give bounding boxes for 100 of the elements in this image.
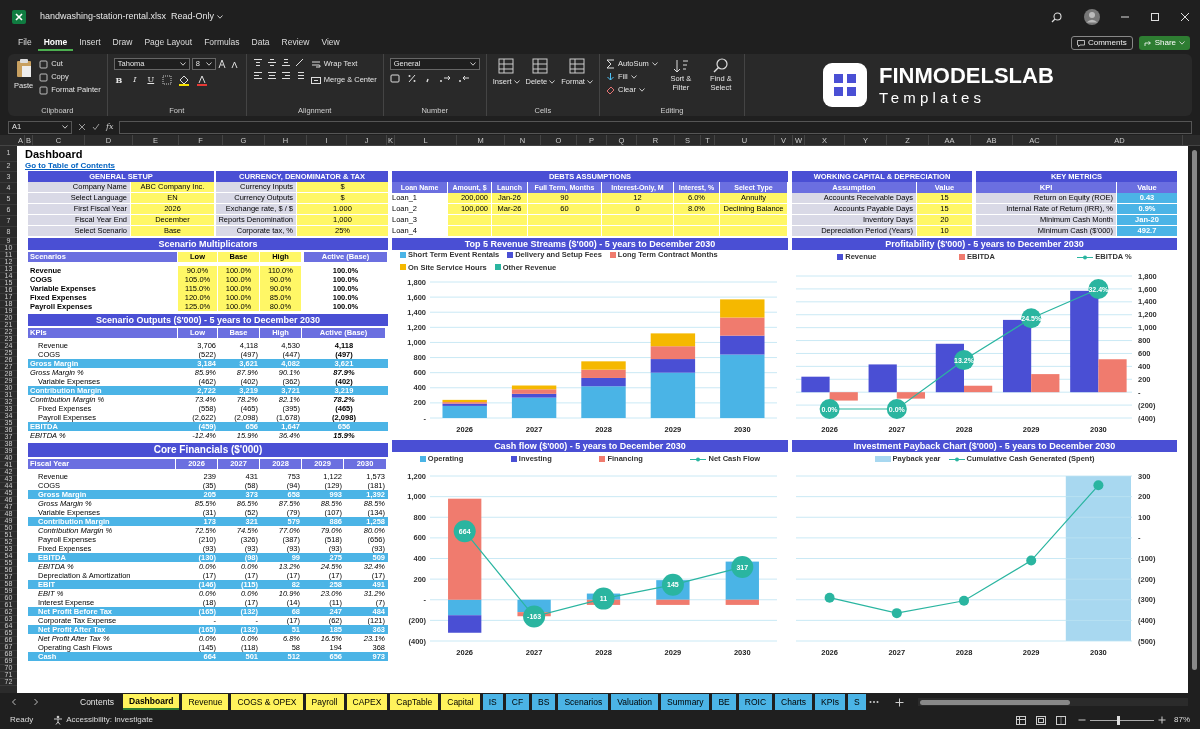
chart-bar <box>720 299 765 318</box>
legend-swatch-icon <box>400 264 406 271</box>
sheet-tab[interactable]: BS <box>532 694 556 710</box>
input-cell[interactable] <box>448 215 492 225</box>
sheet-tab[interactable]: BE <box>712 694 736 710</box>
menu-tab[interactable]: Draw <box>106 35 139 51</box>
sheet-tab[interactable]: S <box>848 694 866 710</box>
input-cell[interactable] <box>720 226 788 236</box>
close-icon[interactable] <box>1180 12 1190 22</box>
read-only-dropdown[interactable]: Read-Only <box>171 10 224 24</box>
menu-tab[interactable]: View <box>315 35 346 51</box>
data-point <box>891 608 902 619</box>
legend-swatch-icon <box>958 254 965 260</box>
caret-icon <box>179 62 186 66</box>
decrease-font-size-icon <box>229 59 240 69</box>
input-cell[interactable] <box>528 215 602 225</box>
user-avatar-icon[interactable] <box>1084 9 1100 25</box>
sheet-tab[interactable]: CAPEX <box>346 694 388 710</box>
data-point <box>959 595 969 606</box>
file-name: handwashing-station-rental.xlsx <box>40 10 167 24</box>
font-style-button[interactable]: U <box>145 74 156 86</box>
sheet-tab[interactable]: Contents <box>74 694 121 710</box>
data-point <box>824 592 835 603</box>
borders-icon <box>161 75 172 85</box>
sheet-tab[interactable]: Capital <box>441 694 480 710</box>
section-title: Profitability ($'000) - 5 years to December 2030 <box>792 238 1177 250</box>
legend-swatch-icon <box>609 251 616 258</box>
eraser-icon <box>605 85 615 95</box>
legend-swatch-icon <box>837 254 844 260</box>
status-text: Ready <box>10 714 34 726</box>
sort-icon <box>672 58 689 74</box>
insert-cells-icon <box>498 58 515 74</box>
align-left-icon <box>252 71 263 80</box>
horizontal-scrollbar[interactable] <box>917 698 1188 706</box>
insert-function-button[interactable]: fx <box>106 121 114 133</box>
zoom-level[interactable]: 87% <box>1174 714 1190 726</box>
menu-tab[interactable]: Home <box>37 35 74 51</box>
legend-swatch-icon <box>874 456 891 462</box>
data-point <box>453 520 476 543</box>
comments-button[interactable]: Comments <box>1070 36 1133 50</box>
input-cell[interactable] <box>528 226 602 236</box>
cancel-icon <box>78 123 86 131</box>
table-of-contents-link[interactable]: Go to Table of Contents <box>25 161 116 171</box>
legend-swatch-icon <box>419 456 426 462</box>
input-cell[interactable] <box>602 215 674 225</box>
text-orientation-icon <box>294 58 305 67</box>
zoom-slider-thumb[interactable] <box>1117 715 1121 725</box>
input-cell[interactable] <box>602 226 674 236</box>
font-style-button[interactable]: B <box>113 74 124 86</box>
caret-icon <box>651 62 658 66</box>
font-style-button[interactable]: I <box>129 74 140 86</box>
merge-cells-icon <box>310 75 321 85</box>
input-cell[interactable] <box>492 226 528 236</box>
delete-cells-icon <box>532 58 549 74</box>
legend-swatch-icon <box>507 251 514 258</box>
sheet-tab[interactable]: Dashboard <box>123 694 180 710</box>
sheet-tab[interactable]: Scenarios <box>558 694 609 710</box>
sheet-tab[interactable]: KPIs <box>815 694 846 710</box>
accessibility-icon <box>53 715 64 725</box>
sheet-tab[interactable]: CF <box>505 694 530 710</box>
share-button[interactable]: Share <box>1138 36 1190 50</box>
spreadsheet-app-icon[interactable] <box>12 10 26 24</box>
zoom-in-icon <box>1158 716 1166 724</box>
sheet-tab[interactable]: Valuation <box>611 694 659 710</box>
sheet-tab[interactable]: Summary <box>661 694 710 710</box>
input-cell[interactable] <box>492 215 528 225</box>
caret-icon <box>630 75 637 79</box>
menu-tab[interactable]: Data <box>245 35 276 51</box>
clipboard-icon <box>15 58 32 78</box>
formula-input-field[interactable] <box>119 120 1192 134</box>
caret-icon <box>469 62 476 66</box>
accessibility-status-button[interactable]: Accessibility: Investigate <box>66 714 153 726</box>
input-cell[interactable] <box>720 215 788 225</box>
sheet-tab[interactable]: COGS & OPEX <box>231 694 303 710</box>
increase-decimal-icon <box>438 74 451 83</box>
data-point <box>1093 480 1104 491</box>
sheet-tab[interactable]: Payroll <box>305 694 344 710</box>
sheet-tab[interactable]: CapTable <box>390 694 439 710</box>
maximize-icon[interactable] <box>1150 12 1160 22</box>
legend-line-icon <box>1077 254 1094 260</box>
decrease-decimal-icon <box>457 74 470 83</box>
more-tabs-icon <box>868 700 879 704</box>
data-point <box>523 605 546 628</box>
sheet-tab[interactable]: Charts <box>775 694 813 710</box>
sheet-tab[interactable]: ROIC <box>738 694 773 710</box>
menu-tab[interactable]: Formulas <box>198 35 246 51</box>
sheet-tab[interactable]: IS <box>482 694 503 710</box>
search-icon[interactable] <box>1051 11 1062 23</box>
menu-tab[interactable]: Review <box>275 35 316 51</box>
zoom-slider[interactable] <box>1090 715 1154 725</box>
menu-tab[interactable]: File <box>12 35 38 51</box>
page-break-view-icon <box>1056 715 1066 725</box>
input-cell[interactable] <box>674 215 720 225</box>
caret-icon <box>638 88 645 92</box>
comment-icon <box>1076 39 1085 47</box>
input-cell[interactable] <box>448 226 492 236</box>
menu-tab[interactable]: Page Layout <box>138 35 199 51</box>
menu-tab[interactable]: Insert <box>73 35 107 51</box>
input-cell[interactable] <box>674 226 720 236</box>
sheet-tab[interactable]: Revenue <box>182 694 229 710</box>
